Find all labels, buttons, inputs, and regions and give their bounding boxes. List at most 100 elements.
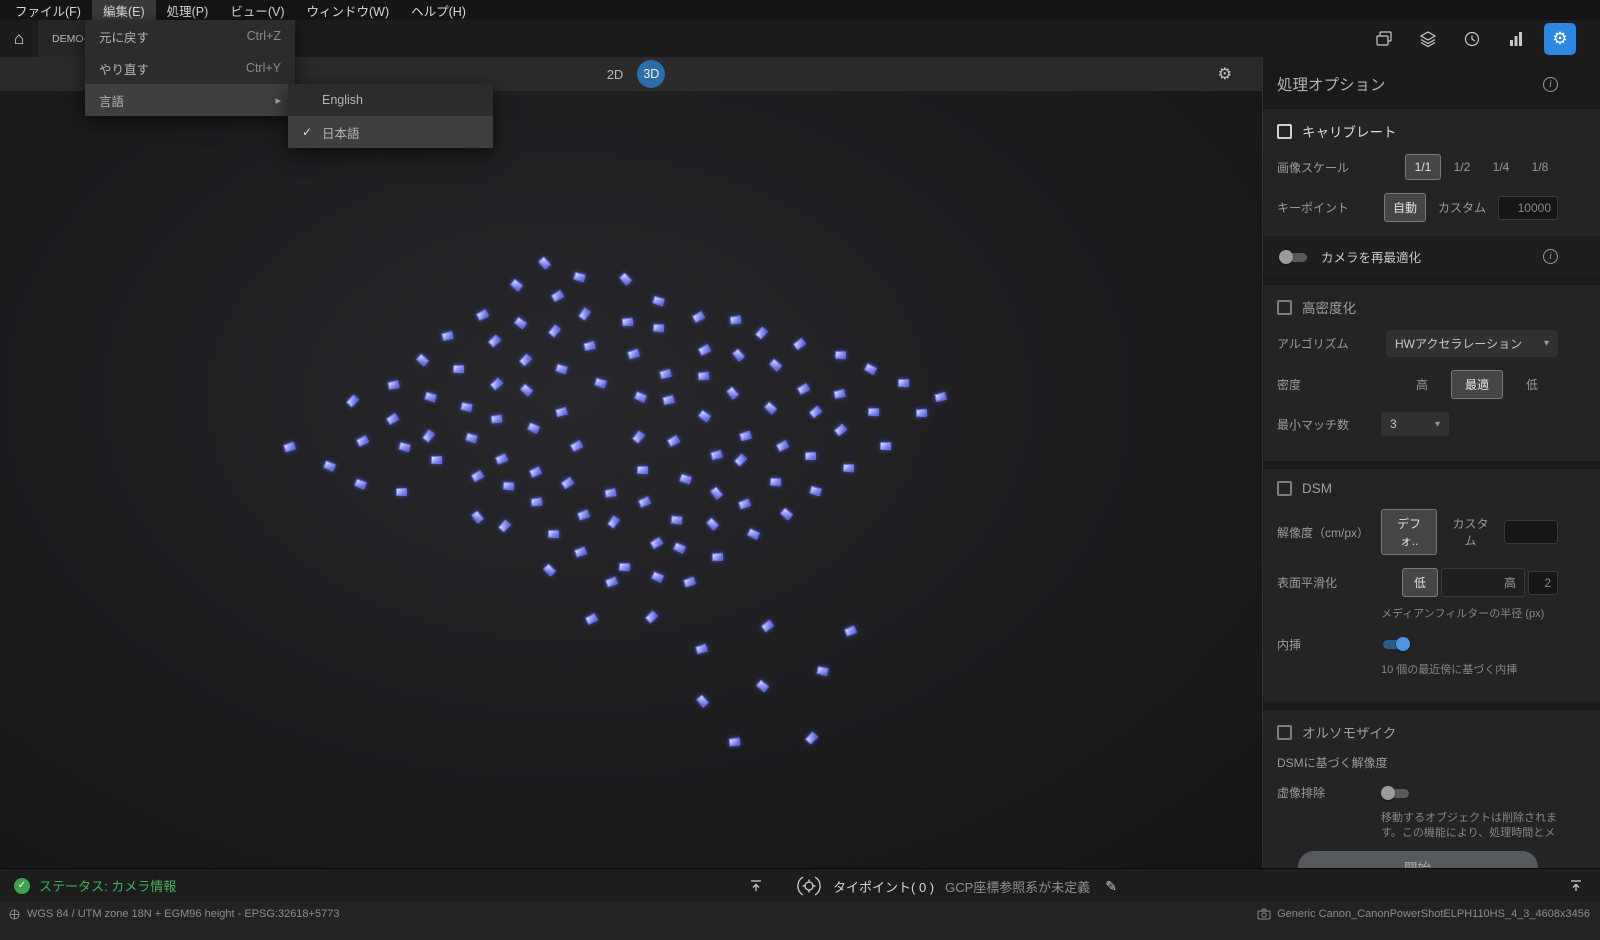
crs-text: WGS 84 / UTM zone 18N + EGM96 height - E…: [27, 908, 339, 920]
tiepoint-group: タイポイント( 0 ) GCP座標参照系が未定義 ✎: [796, 869, 1117, 903]
min-matches-label: 最小マッチ数: [1277, 416, 1381, 433]
camera-marker: [683, 576, 696, 587]
density-low-option[interactable]: 低: [1506, 370, 1558, 399]
camera-marker: [561, 477, 575, 490]
status-bar: ✓ ステータス: カメラ情報 タイポイント( 0 ) GCP座標参照系が未定義 …: [0, 868, 1600, 902]
ghost-removal-toggle[interactable]: [1381, 785, 1411, 801]
camera-marker: [283, 442, 296, 453]
view-3d-toggle[interactable]: 3D: [637, 60, 665, 88]
language-submenu: English ✓ 日本語: [288, 84, 493, 148]
interpolation-toggle[interactable]: [1381, 636, 1411, 652]
menu-item-undo[interactable]: 元に戻す Ctrl+Z: [85, 20, 295, 52]
menu-window[interactable]: ウィンドウ(W): [295, 0, 400, 20]
viewport-settings-icon[interactable]: ⚙: [1218, 64, 1232, 84]
camera-marker: [844, 625, 857, 637]
dsm-checkbox[interactable]: [1277, 481, 1292, 496]
density-optimal-option[interactable]: 最適: [1451, 370, 1503, 399]
camera-marker: [354, 479, 367, 490]
images-icon[interactable]: [1368, 23, 1400, 55]
camera-marker: [698, 343, 711, 355]
menu-help[interactable]: ヘルプ(H): [400, 0, 477, 20]
camera-marker: [618, 562, 629, 570]
menu-item-redo[interactable]: やり直す Ctrl+Y: [85, 52, 295, 84]
viewport-3d[interactable]: 2D 3D ⚙: [0, 57, 1262, 868]
min-matches-select[interactable]: 3 ▾: [1381, 412, 1449, 436]
orthomosaic-checkbox[interactable]: [1277, 725, 1292, 740]
camera-marker: [529, 466, 542, 478]
dsm-resolution-label: 解像度（cm/px）: [1277, 524, 1381, 541]
menu-file[interactable]: ファイル(F): [4, 0, 92, 20]
collapse-panel-icon[interactable]: [748, 878, 764, 894]
smoothing-radius-input[interactable]: [1528, 571, 1558, 595]
status-text: ステータス: カメラ情報: [39, 876, 176, 895]
camera-marker: [710, 487, 723, 501]
camera-marker: [739, 431, 752, 442]
menu-process[interactable]: 処理(P): [156, 0, 220, 20]
densify-checkbox[interactable]: [1277, 300, 1292, 315]
camera-marker: [747, 528, 760, 540]
keypoints-auto-option[interactable]: 自動: [1384, 193, 1426, 222]
edit-pencil-icon[interactable]: ✎: [1105, 878, 1117, 895]
camera-marker: [673, 543, 686, 555]
camera-marker: [605, 488, 617, 498]
smoothing-low-option[interactable]: 低: [1402, 568, 1438, 597]
camera-marker: [574, 547, 587, 558]
camera-marker: [548, 530, 559, 538]
home-button[interactable]: ⌂: [0, 20, 38, 57]
camera-marker: [667, 434, 681, 446]
resolution-default-option[interactable]: デフォ..: [1381, 509, 1437, 555]
menu-item-japanese[interactable]: ✓ 日本語: [288, 116, 493, 148]
settings-button-active[interactable]: ⚙: [1544, 23, 1576, 55]
smoothing-high-option[interactable]: 高: [1441, 568, 1525, 597]
camera-marker: [652, 323, 664, 332]
tiepoint-count[interactable]: タイポイント( 0 ): [833, 877, 934, 896]
camera-marker: [387, 380, 399, 390]
camera-marker: [915, 408, 926, 417]
menu-item-english[interactable]: English: [288, 84, 493, 116]
reoptimize-info-icon[interactable]: i: [1543, 249, 1558, 264]
japanese-label: 日本語: [322, 123, 360, 142]
resolution-custom-option[interactable]: カスタム: [1440, 509, 1501, 555]
reoptimize-label: カメラを再最適化: [1321, 247, 1531, 266]
chart-icon[interactable]: [1500, 23, 1532, 55]
menu-edit[interactable]: 編集(E): [92, 0, 156, 20]
keypoints-input[interactable]: [1498, 196, 1558, 220]
camera-marker: [583, 341, 596, 351]
camera-marker: [732, 348, 745, 362]
view-2d-toggle[interactable]: 2D: [597, 63, 634, 86]
interpolation-label: 内挿: [1277, 636, 1381, 653]
camera-marker: [650, 537, 664, 550]
tiepoint-icon[interactable]: [796, 873, 822, 899]
info-icon[interactable]: i: [1543, 77, 1558, 92]
camera-marker: [843, 464, 854, 473]
scale-option-1-4[interactable]: 1/4: [1483, 154, 1519, 180]
resolution-input[interactable]: [1504, 520, 1558, 544]
density-high-option[interactable]: 高: [1396, 370, 1448, 399]
calibrate-checkbox[interactable]: [1277, 124, 1292, 139]
scale-option-1-2[interactable]: 1/2: [1444, 154, 1480, 180]
keypoints-custom-option[interactable]: カスタム: [1429, 193, 1495, 222]
submenu-arrow-icon: ▸: [275, 94, 281, 107]
scale-option-1-1[interactable]: 1/1: [1405, 154, 1441, 180]
camera-marker: [662, 395, 675, 405]
scale-option-1-8[interactable]: 1/8: [1522, 154, 1558, 180]
algorithm-select[interactable]: HWアクセラレーション ▾: [1386, 330, 1558, 357]
reoptimize-toggle[interactable]: [1279, 249, 1309, 265]
history-icon[interactable]: [1456, 23, 1488, 55]
start-button[interactable]: 開始: [1298, 851, 1538, 868]
menu-view[interactable]: ビュー(V): [219, 0, 295, 20]
camera-marker: [346, 395, 359, 409]
camera-marker: [867, 408, 878, 417]
status-message: ✓ ステータス: カメラ情報: [14, 876, 176, 895]
collapse-panel-icon-right[interactable]: [1568, 878, 1584, 894]
camera-marker: [793, 337, 807, 350]
camera-marker: [520, 383, 534, 396]
gear-icon: ⚙: [1552, 29, 1567, 49]
layers-icon[interactable]: [1412, 23, 1444, 55]
camera-marker: [796, 382, 809, 394]
menu-item-language[interactable]: 言語 ▸: [85, 84, 295, 116]
camera-marker: [585, 612, 598, 624]
camera-marker: [696, 694, 709, 708]
camera-icon: [1257, 908, 1271, 920]
camera-marker: [543, 564, 556, 577]
